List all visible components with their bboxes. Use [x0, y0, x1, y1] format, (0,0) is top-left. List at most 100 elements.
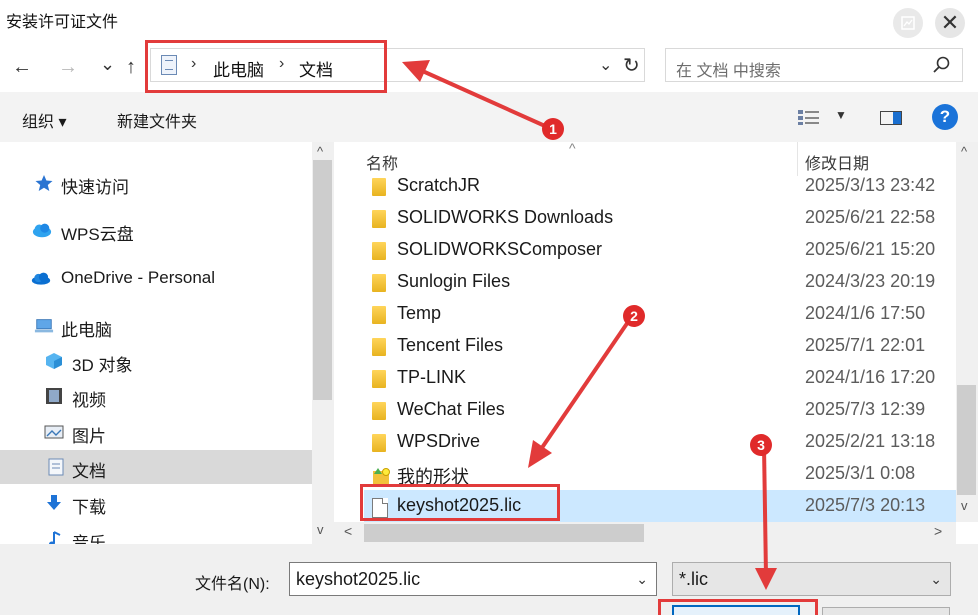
filename-dropdown-icon[interactable]: ⌄	[636, 571, 648, 588]
recent-locations-button[interactable]: ⌄	[100, 54, 115, 75]
document-icon	[48, 458, 64, 476]
sidebar-item-downloads[interactable]: 下载	[0, 486, 312, 520]
sidebar-item-videos[interactable]: 视频	[0, 379, 312, 413]
sidebar-item-onedrive[interactable]: OneDrive - Personal	[0, 261, 312, 295]
close-button[interactable]: ✕	[935, 8, 965, 38]
annotation-box-address	[145, 40, 387, 93]
search-input[interactable]: 在 文档 中搜索	[665, 48, 963, 82]
picture-icon	[44, 425, 64, 439]
download-icon	[47, 495, 61, 510]
file-date: 2025/7/3 20:13	[805, 495, 926, 515]
forward-button[interactable]: →	[58, 56, 78, 79]
file-row[interactable]: Sunlogin Files 2024/3/23 20:19	[364, 266, 958, 298]
scroll-down-icon[interactable]: v	[317, 522, 324, 537]
address-dropdown-icon[interactable]: ⌄	[599, 55, 612, 75]
sidebar-item-documents[interactable]: 文档	[0, 450, 312, 484]
refresh-icon[interactable]: ↻	[623, 53, 640, 78]
video-icon	[46, 388, 62, 404]
folder-icon	[372, 178, 388, 196]
file-row[interactable]: ScratchJR 2025/3/13 23:42	[364, 170, 958, 202]
filename-input[interactable]: keyshot2025.lic ⌄	[289, 562, 657, 596]
file-date: 2025/3/1 0:08	[805, 463, 916, 483]
sidebar-item-pictures[interactable]: 图片	[0, 415, 312, 449]
file-row[interactable]: Tencent Files 2025/7/1 22:01	[364, 330, 958, 362]
onedrive-icon	[31, 272, 51, 285]
navigation-pane: 快速访问 WPS云盘 OneDrive - Personal 此电脑 3D 对象…	[0, 142, 312, 544]
sidebar-item-label: 视频	[72, 391, 106, 410]
sidebar-scroll-thumb[interactable]	[313, 160, 332, 400]
file-date: 2025/7/3 12:39	[805, 399, 926, 419]
organize-button[interactable]: 组织 ▾	[22, 108, 66, 132]
folder-icon	[372, 274, 388, 292]
file-row[interactable]: WeChat Files 2025/7/3 12:39	[364, 394, 958, 426]
scroll-up-icon[interactable]: ^	[317, 144, 323, 159]
file-date: 2024/1/6 17:50	[805, 303, 926, 323]
sidebar-item-label: 音乐	[72, 534, 106, 544]
command-toolbar: 组织 ▾ 新建文件夹 ▼ ?	[0, 92, 978, 142]
folder-icon	[372, 242, 388, 260]
sidebar-item-music[interactable]: 音乐	[0, 522, 312, 544]
folder-icon	[372, 306, 388, 324]
sidebar-item-label: 快速访问	[61, 178, 129, 197]
sidebar-item-label: 文档	[72, 462, 106, 481]
sidebar-item-label: OneDrive - Personal	[61, 268, 216, 287]
file-row[interactable]: Temp 2024/1/6 17:50	[364, 298, 958, 330]
annotation-badge-2: 2	[623, 305, 645, 327]
image-icon	[901, 16, 915, 30]
file-list-scroll-thumb[interactable]	[957, 385, 976, 495]
file-name: SOLIDWORKSComposer	[397, 239, 603, 259]
sort-ascending-icon: ^	[569, 142, 576, 156]
view-dropdown-icon[interactable]: ▼	[835, 108, 847, 122]
sidebar-item-quick-access[interactable]: 快速访问	[0, 166, 312, 200]
file-date: 2025/3/13 23:42	[805, 175, 936, 195]
music-icon	[49, 531, 61, 544]
file-name: WeChat Files	[397, 399, 505, 419]
horizontal-scroll-thumb[interactable]	[364, 524, 644, 542]
view-options-icon[interactable]	[797, 108, 823, 126]
file-row[interactable]: WPSDrive 2025/2/21 13:18	[364, 426, 958, 458]
title-bar: 安装许可证文件 ✕	[0, 0, 978, 40]
annotation-badge-1: 1	[542, 118, 564, 140]
file-name: Temp	[397, 303, 442, 323]
folder-icon	[372, 370, 388, 388]
folder-icon	[372, 434, 388, 452]
shapes-folder-icon	[372, 466, 390, 484]
folder-icon	[372, 210, 388, 228]
cancel-button[interactable]	[822, 607, 950, 615]
file-name: Tencent Files	[397, 335, 504, 355]
help-icon[interactable]: ?	[932, 104, 958, 130]
folder-icon	[372, 338, 388, 356]
sidebar-item-3d-objects[interactable]: 3D 对象	[0, 344, 312, 378]
file-row[interactable]: SOLIDWORKS Downloads 2025/6/21 22:58	[364, 202, 958, 234]
cloud-icon	[32, 223, 52, 238]
filetype-select[interactable]: *.lic ⌄	[672, 562, 951, 596]
preview-pane-icon[interactable]	[880, 111, 902, 125]
cube-icon	[46, 353, 62, 369]
up-button[interactable]: ↑	[126, 56, 136, 79]
scroll-left-icon[interactable]: <	[344, 523, 352, 539]
annotation-box-open-button	[658, 599, 818, 615]
sidebar-item-label: 图片	[72, 427, 106, 446]
file-date: 2024/3/23 20:19	[805, 271, 936, 291]
folder-icon	[372, 402, 388, 420]
file-name: SOLIDWORKS Downloads	[397, 207, 614, 227]
window-help-icon[interactable]	[893, 8, 923, 38]
new-folder-button[interactable]: 新建文件夹	[117, 108, 197, 132]
scroll-down-icon[interactable]: v	[961, 498, 968, 513]
sidebar-item-this-pc[interactable]: 此电脑	[0, 309, 312, 343]
window-title: 安装许可证文件	[6, 14, 119, 31]
annotation-badge-3: 3	[750, 434, 772, 456]
search-placeholder: 在 文档 中搜索	[676, 63, 781, 80]
star-icon	[35, 175, 53, 191]
filetype-value: *.lic	[679, 569, 709, 589]
file-row[interactable]: SOLIDWORKSComposer 2025/6/21 15:20	[364, 234, 958, 266]
scroll-up-icon[interactable]: ^	[961, 144, 967, 159]
filetype-dropdown-icon[interactable]: ⌄	[930, 571, 942, 588]
search-icon[interactable]	[932, 55, 952, 75]
file-date: 2025/6/21 15:20	[805, 239, 936, 259]
file-row[interactable]: TP-LINK 2024/1/16 17:20	[364, 362, 958, 394]
scroll-right-icon[interactable]: >	[934, 523, 942, 539]
sidebar-item-wps-cloud[interactable]: WPS云盘	[0, 213, 312, 247]
back-button[interactable]: ←	[12, 56, 32, 79]
file-name: WPSDrive	[397, 431, 481, 451]
